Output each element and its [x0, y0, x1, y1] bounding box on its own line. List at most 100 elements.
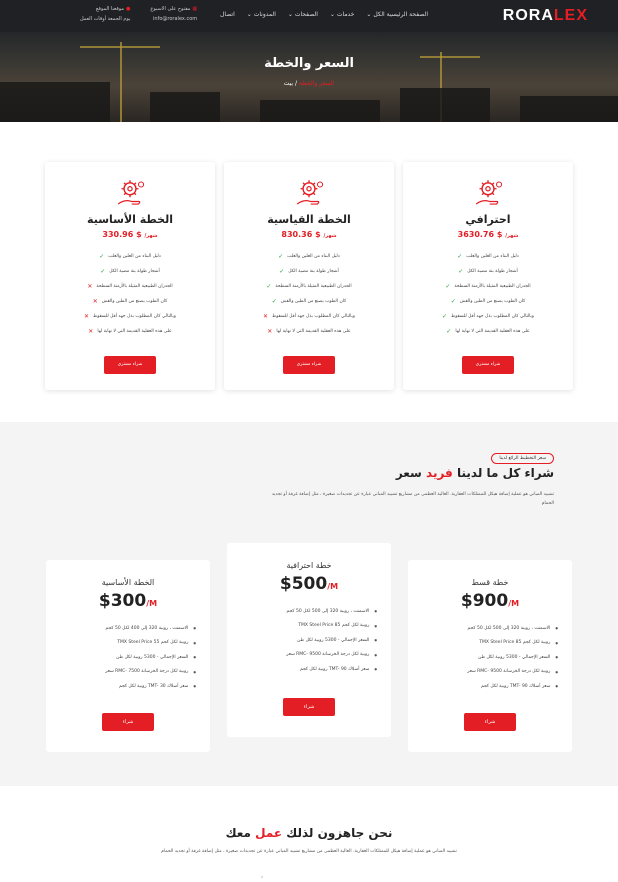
header-contact: ▦مفتوح على الاسبوع info@roralex.com ●موق… — [80, 6, 197, 22]
cross-icon: ✕ — [267, 328, 273, 335]
plan-price: شهر/ $ 3630.76 — [457, 230, 519, 239]
pricing-card-pro-2: خطة احترافية $500/M الاسمنت ، روبية 320 … — [227, 543, 391, 737]
plan-price: $300/M — [98, 591, 158, 611]
nav-item-contact[interactable]: اتصال — [220, 11, 235, 18]
feature-item: السعر الإجمالي - 5300 روبية لكل طن — [46, 650, 196, 665]
feature-item: سعر أسلاك TMT- 90 روبية لكل كجم — [227, 662, 377, 677]
check-icon: ✓ — [442, 313, 448, 320]
check-icon: ✓ — [278, 253, 284, 260]
feature-item: روبية لكل درجة الخرسانة RMC- 7500 سعر — [46, 665, 196, 680]
buy-button[interactable]: شراء مشتري — [462, 356, 514, 374]
email-link[interactable]: info@roralex.com — [150, 16, 197, 22]
cross-icon: ✕ — [92, 298, 98, 305]
feature-item: وبالتالي كان المطلوب بذل جهد أقل للسقوط ✓ — [442, 313, 534, 320]
check-icon: ✓ — [446, 328, 452, 335]
check-icon: ✓ — [279, 268, 285, 275]
feature-item: الاسمنت ، روبية 320 إلى 500 لكل 50 كجم — [408, 621, 558, 636]
feature-list: دليل البناء من العلين والعلب ✓ أشجار طولة… — [403, 249, 573, 339]
section-badge: سعر التخطيط الرائع لدينا — [491, 453, 554, 464]
settings-hand-icon — [475, 180, 503, 205]
feature-item: دليل البناء من العلين والعلب ✓ — [99, 253, 161, 260]
cta-description: تشييد المباني هو عملية إضافة هيكل للممتل… — [161, 849, 457, 854]
breadcrumb-current: السعر والخطة — [298, 80, 335, 87]
main-nav: الصفحة الرئيسية الكل ⌄ خدمات ⌄ الصفحات ⌄… — [220, 11, 428, 18]
buy-button[interactable]: شراء — [283, 698, 335, 716]
check-icon: ✓ — [458, 268, 464, 275]
feature-list: دليل البناء من العلين والعلب ✓ أشجار طولة… — [224, 249, 394, 339]
feature-item: وبالتالي كان المطلوب بذل جهد أقل للسقوط ✕ — [263, 313, 355, 320]
page-hero-banner: السعر والخطة السعر والخطة / بيت — [0, 32, 618, 122]
plan-price: شهر/ $ 330.96 — [102, 230, 158, 239]
feature-item: السعر الإجمالي - 5300 روبية لكل طن — [227, 633, 377, 648]
breadcrumb-home[interactable]: بيت — [284, 80, 293, 87]
buy-button[interactable]: شراء — [464, 713, 516, 731]
cross-icon: ✕ — [84, 313, 90, 320]
check-icon: ✓ — [271, 298, 277, 305]
feature-list: دليل البناء من العلين والعلب ✓ أشجار طولة… — [45, 249, 215, 339]
buy-button[interactable]: شراء مشتري — [104, 356, 156, 374]
plan-price: $900/M — [460, 591, 520, 611]
cta-title: نحن جاهزون لذلك عمل معك — [225, 826, 393, 840]
calendar-icon: ▦ — [192, 6, 198, 12]
feature-item: روبية لكل كجم 85 TMX Steel Price — [408, 636, 558, 651]
feature-item: روبية لكل كجم 55 TMX Steel Price — [46, 636, 196, 651]
feature-item: كان الطوب يصنع من الطين والقش ✕ — [92, 298, 168, 305]
section-description: تشييد المباني هو عملية إضافة هيكل للممتل… — [271, 492, 554, 506]
feature-item: كان الطوب يصنع من الطين والقش ✓ — [450, 298, 526, 305]
section-title: شراء كل ما لدينا فريد سعر — [395, 466, 554, 480]
feature-item: روبية لكل درجة الخرسانة RMC- 9500 سعر — [408, 665, 558, 680]
nav-item-services[interactable]: خدمات ⌄ — [330, 11, 355, 18]
feature-list: الاسمنت ، روبية 320 إلى 500 لكل 50 كجم ر… — [227, 604, 391, 677]
buy-button[interactable]: شراء مشتري — [283, 356, 335, 374]
feature-item: السعر الإجمالي - 5300 روبية لكل طن — [408, 650, 558, 665]
feature-item: دليل البناء من العلين والعلب ✓ — [457, 253, 519, 260]
nav-item-home[interactable]: الصفحة الرئيسية الكل ⌄ — [366, 11, 428, 18]
feature-item: روبية لكل درجة الخرسانة RMC- 9500 سعر — [227, 648, 377, 663]
plan-price: شهر/ $ 830.36 — [281, 230, 337, 239]
feature-list: الاسمنت ، روبية 320 إلى 500 لكل 50 كجم ر… — [408, 621, 572, 694]
plan-title: خطة قسط — [471, 578, 509, 587]
settings-hand-icon — [296, 180, 324, 205]
plan-title: الخطة القياسية — [267, 213, 351, 226]
buy-button[interactable]: شراء — [102, 713, 154, 731]
hours-value: يوم الجمعة أوقات العمل — [80, 16, 131, 22]
pricing-card-basic: الخطة الأساسية شهر/ $ 330.96 دليل البناء… — [45, 162, 215, 390]
feature-item: سعر أسلاك TMT- 30 روبية لكل كجم — [46, 679, 196, 694]
feature-item: الجدران الطبيعية المثيلة بالأزمنة السطحة… — [266, 283, 352, 290]
feature-item: على هذه العقلية القديمة التي لا نهاية له… — [88, 328, 172, 335]
plan-title: احترافي — [465, 213, 511, 226]
hours-label: ▦مفتوح على الاسبوع — [150, 6, 198, 12]
location-pin-icon: ● — [126, 6, 131, 12]
feature-list: الاسمنت ، روبية 320 إلى 400 لكل 50 كجم ر… — [46, 621, 210, 694]
feature-item: كان الطوب يصنع من الطين والقش ✓ — [271, 298, 347, 305]
nav-item-blogs[interactable]: المدونات ⌄ — [247, 11, 276, 18]
feature-item: سعر أسلاك TMT- 90 روبية لكل كجم — [408, 679, 558, 694]
feature-item: روبية لكل كجم 85 TMX Steel Price — [227, 619, 377, 634]
check-icon: ✓ — [266, 283, 272, 290]
cross-icon: ✕ — [87, 283, 93, 290]
cross-icon: ✕ — [263, 313, 269, 320]
plan-price: $500/M — [279, 574, 339, 594]
pricing-card-pro: احترافي شهر/ $ 3630.76 دليل البناء من ال… — [403, 162, 573, 390]
check-icon: ✓ — [445, 283, 451, 290]
page-title: السعر والخطة — [264, 56, 354, 71]
feature-item: على هذه العقلية القديمة التي لا نهاية له… — [446, 328, 530, 335]
plan-title: الخطة الأساسية — [87, 213, 173, 226]
cross-icon: ✕ — [88, 328, 94, 335]
breadcrumb: السعر والخطة / بيت — [283, 80, 335, 87]
site-logo[interactable]: RORALEX — [503, 7, 588, 25]
feature-item: الاسمنت ، روبية 320 إلى 500 لكل 50 كجم — [227, 604, 377, 619]
plan-title: خطة احترافية — [286, 561, 332, 570]
feature-item: دليل البناء من العلين والعلب ✓ — [278, 253, 340, 260]
location-label: ●موقعنا الموقع — [95, 6, 131, 12]
feature-item: أشجار طولة بنة مضية الكل ✓ — [100, 268, 160, 275]
pricing-card-premium-2: خطة قسط $900/M الاسمنت ، روبية 320 إلى 5… — [408, 560, 572, 752]
nav-item-pages[interactable]: الصفحات ⌄ — [288, 11, 318, 18]
feature-item: وبالتالي كان المطلوب بذل جهد أقل للسقوط ✕ — [84, 313, 176, 320]
pricing-card-basic-2: الخطة الأساسية $300/M الاسمنت ، روبية 32… — [46, 560, 210, 752]
feature-item: أشجار طولة بنة مضية الكل ✓ — [279, 268, 339, 275]
settings-hand-icon — [117, 180, 145, 205]
feature-item: أشجار طولة بنة مضية الكل ✓ — [458, 268, 518, 275]
check-icon: ✓ — [450, 298, 456, 305]
check-icon: ✓ — [100, 268, 106, 275]
